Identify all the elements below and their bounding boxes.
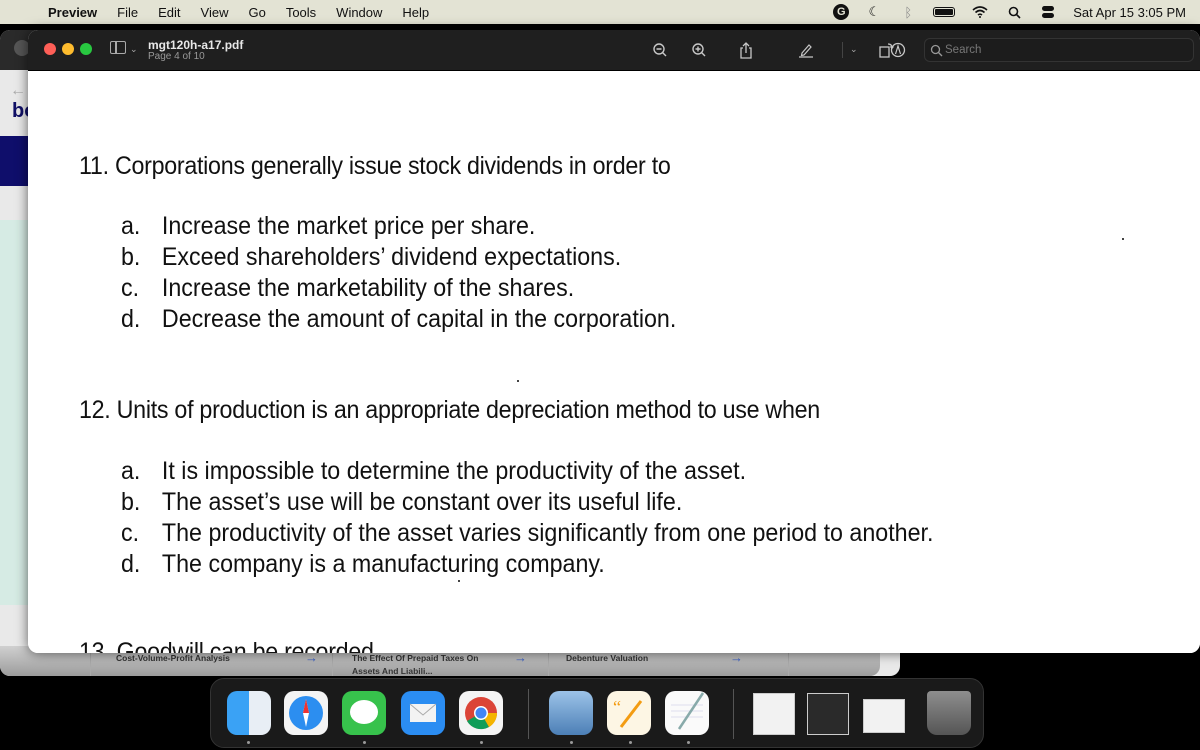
menu-bar: Preview File Edit View Go Tools Window H… [0,0,1200,24]
preview-app-icon[interactable] [549,691,593,735]
menu-window[interactable]: Window [336,5,382,20]
dock-separator [528,689,529,739]
menu-tools[interactable]: Tools [286,5,316,20]
preview-window: ⌄ mgt120h-a17.pdf Page 4 of 10 ⌄ Search … [28,30,1200,653]
bluetooth-off-icon[interactable]: ᛒ [899,4,917,20]
question-11-option-b: b. Exceed shareholders’ dividend expectat… [121,243,621,272]
safari-icon[interactable] [284,691,328,735]
menu-edit[interactable]: Edit [158,5,180,20]
background-navy-band [0,136,30,186]
question-11: 11. Corporations generally issue stock d… [79,152,671,180]
toolbar-separator [842,42,843,58]
grammarly-icon[interactable]: G [833,4,850,20]
menu-help[interactable]: Help [402,5,429,20]
option-text: Increase the market price per share. [161,212,536,240]
running-indicator [570,741,573,744]
pdf-page: 11. Corporations generally issue stock d… [28,72,1200,653]
chevron-down-icon[interactable]: ⌄ [130,44,138,55]
running-indicator [247,741,250,744]
option-letter: c. [121,519,140,547]
spotlight-icon[interactable] [1005,4,1023,20]
zoom-in-icon[interactable] [689,40,709,60]
trash-icon[interactable] [927,691,971,735]
close-button[interactable] [44,43,56,55]
preview-toolbar: ⌄ mgt120h-a17.pdf Page 4 of 10 ⌄ Search [28,30,1200,71]
sidebar-toggle-icon[interactable] [110,41,126,54]
share-icon[interactable] [736,40,756,60]
dock-separator [733,689,734,739]
option-text: Decrease the amount of capital in the co… [161,305,677,333]
scan-speck [517,380,519,382]
minimized-window-1[interactable] [753,693,795,735]
question-12-option-c: c. The productivity of the asset varies s… [121,519,933,548]
scan-speck [458,580,460,582]
running-indicator [687,741,690,744]
menu-go[interactable]: Go [248,5,265,20]
option-text: The productivity of the asset varies sig… [161,519,934,547]
menu-view[interactable]: View [201,5,229,20]
option-letter: b. [121,488,141,516]
scan-speck [1122,238,1124,240]
option-text: Exceed shareholders’ dividend expectatio… [161,243,622,271]
chevron-down-icon[interactable]: ⌄ [850,44,858,55]
markup-pen-icon[interactable] [796,40,816,60]
chrome-icon[interactable] [459,691,503,735]
question-12: 12. Units of production is an appropriat… [79,396,820,424]
option-text: It is impossible to determine the produc… [161,457,747,485]
moon-icon[interactable]: ☾ [865,4,883,20]
zoom-button[interactable] [80,43,92,55]
search-placeholder: Search [945,44,982,56]
question-12-option-b: b. The asset’s use will be constant over … [121,488,682,517]
back-arrow-icon[interactable]: ← [10,82,26,100]
running-indicator [480,741,483,744]
question-11-option-d: d. Decrease the amount of capital in the … [121,305,676,334]
option-letter: d. [121,305,141,333]
related-link-2[interactable]: The Effect Of Prepaid Taxes On Assets An… [352,652,502,676]
menu-file[interactable]: File [117,5,138,20]
question-12-option-a: a. It is impossible to determine the prod… [121,457,746,486]
question-11-option-a: a. Increase the market price per share. [121,212,535,241]
search-input[interactable]: Search [924,38,1194,62]
mail-icon[interactable] [401,691,445,735]
page-indicator: Page 4 of 10 [148,51,205,62]
option-text: The company is a manufacturing company. [161,550,605,578]
question-11-option-c: c. Increase the marketability of the shar… [121,274,574,303]
question-12-option-d: d. The company is a manufacturing company… [121,550,605,579]
option-letter: a. [121,457,141,485]
textedit-icon[interactable] [665,691,709,735]
related-link-3[interactable]: Debenture Valuation [566,652,648,665]
running-indicator [363,741,366,744]
option-letter: b. [121,243,141,271]
related-link-1[interactable]: Cost-Volume-Profit Analysis [116,652,230,665]
running-indicator [629,741,632,744]
option-letter: d. [121,550,141,578]
document-title: mgt120h-a17.pdf [148,38,244,52]
background-mint-panel [0,220,30,605]
question-13: 13. Goodwill can be recorded [79,638,374,653]
finder-icon[interactable] [227,691,271,735]
option-text: Increase the marketability of the shares… [161,274,575,302]
option-letter: c. [121,274,140,302]
menu-app-name[interactable]: Preview [48,5,97,20]
option-letter: a. [121,212,141,240]
option-text: The asset’s use will be constant over it… [161,488,683,516]
minimized-window-3[interactable] [863,699,905,733]
minimized-window-2[interactable] [807,693,849,735]
control-center-icon[interactable] [1039,4,1057,20]
svg-text:“: “ [613,697,621,717]
messages-icon[interactable] [342,691,386,735]
battery-icon[interactable] [933,7,956,17]
wifi-icon[interactable] [971,4,989,20]
zoom-out-icon[interactable] [650,40,670,60]
minimize-button[interactable] [62,43,74,55]
annotate-button[interactable] [888,40,908,60]
dock: “ [210,678,984,748]
pages-icon[interactable]: “ [607,691,651,735]
clock[interactable]: Sat Apr 15 3:05 PM [1073,5,1186,20]
search-icon [930,44,943,57]
